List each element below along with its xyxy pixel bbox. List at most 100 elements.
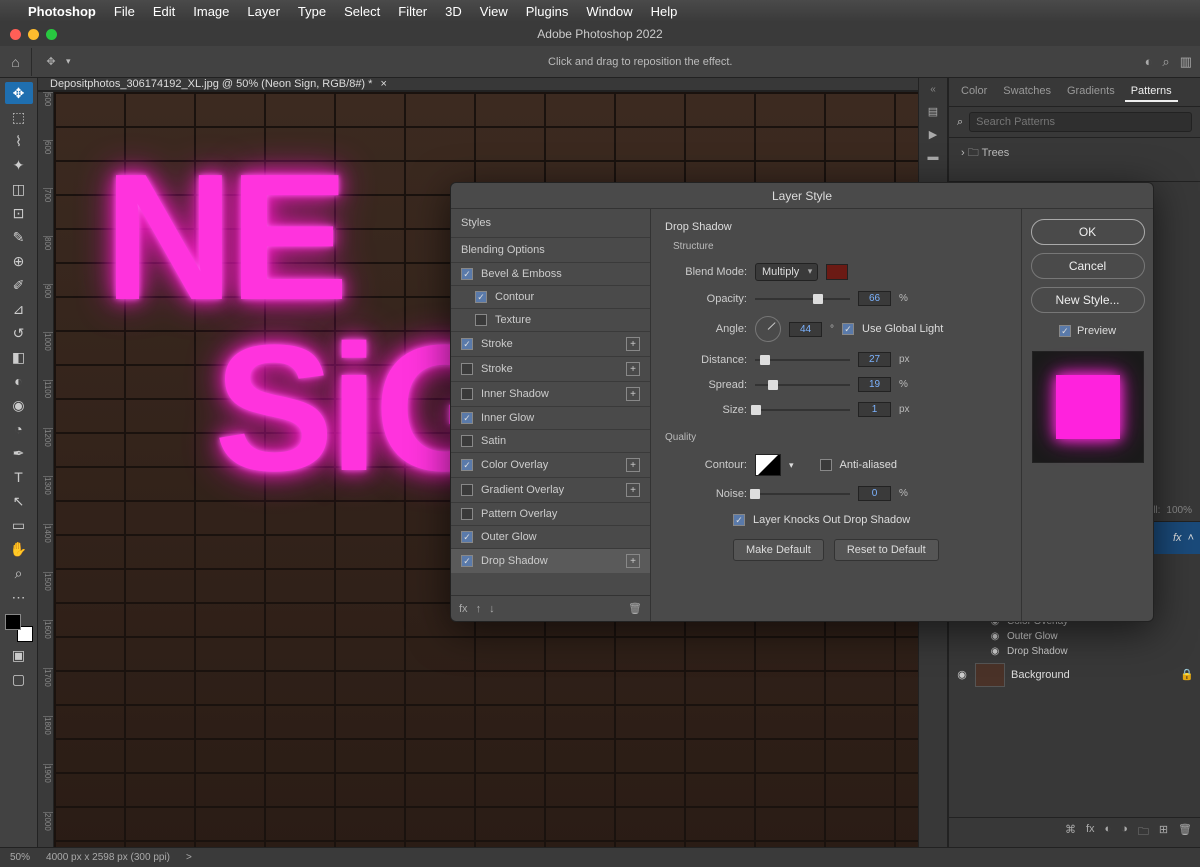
- fx-icon[interactable]: fx: [1086, 823, 1095, 842]
- spread-input[interactable]: 19: [858, 377, 891, 392]
- menu-edit[interactable]: Edit: [153, 4, 175, 19]
- pen-tool[interactable]: ✒: [5, 442, 33, 464]
- add-instance-icon[interactable]: +: [626, 387, 640, 401]
- info-icon[interactable]: ▬: [928, 151, 939, 163]
- style-item-inner-shadow[interactable]: Inner Shadow+: [451, 381, 650, 406]
- effect-outerglow[interactable]: ◉Outer Glow: [949, 629, 1200, 644]
- gradient-tool[interactable]: ◐: [5, 370, 33, 392]
- patterns-search-input[interactable]: [969, 112, 1192, 132]
- style-item-gradient-overlay[interactable]: Gradient Overlay+: [451, 477, 650, 502]
- layer-row-background[interactable]: ◉ Background 🔒: [949, 659, 1200, 691]
- size-input[interactable]: 1: [858, 402, 891, 417]
- eraser-tool[interactable]: ◧: [5, 346, 33, 368]
- fx-menu-icon[interactable]: fx: [459, 603, 468, 615]
- type-tool[interactable]: T: [5, 466, 33, 488]
- move-down-icon[interactable]: ↓: [489, 603, 495, 615]
- document-tab[interactable]: Depositphotos_306174192_XL.jpg @ 50% (Ne…: [38, 78, 918, 91]
- shadow-color-swatch[interactable]: [826, 264, 848, 280]
- brush-tool[interactable]: ✐: [5, 274, 33, 296]
- new-layer-icon[interactable]: ⊞: [1159, 823, 1168, 842]
- contour-picker[interactable]: [755, 454, 781, 476]
- menu-3d[interactable]: 3D: [445, 4, 462, 19]
- opacity-slider[interactable]: [755, 293, 850, 305]
- window-minimize-icon[interactable]: [28, 29, 39, 40]
- style-checkbox[interactable]: [461, 484, 473, 496]
- blur-tool[interactable]: ◉: [5, 394, 33, 416]
- zoom-level[interactable]: 50%: [10, 852, 30, 863]
- marquee-tool[interactable]: ⬚: [5, 106, 33, 128]
- style-item-pattern-overlay[interactable]: Pattern Overlay: [451, 502, 650, 525]
- wand-tool[interactable]: ✦: [5, 154, 33, 176]
- style-checkbox[interactable]: ✓: [461, 555, 473, 567]
- fill-value[interactable]: 100%: [1166, 505, 1192, 516]
- style-checkbox[interactable]: ✓: [475, 291, 487, 303]
- antialiased-checkbox[interactable]: [820, 459, 832, 471]
- style-item-satin[interactable]: Satin: [451, 429, 650, 452]
- history-brush-tool[interactable]: ↺: [5, 322, 33, 344]
- menu-filter[interactable]: Filter: [398, 4, 427, 19]
- global-light-checkbox[interactable]: ✓: [842, 323, 854, 335]
- add-instance-icon[interactable]: +: [626, 483, 640, 497]
- new-style-button[interactable]: New Style...: [1031, 287, 1145, 313]
- search-icon[interactable]: ⌕: [1162, 54, 1169, 70]
- angle-dial[interactable]: [755, 316, 781, 342]
- trash-icon[interactable]: 🗑: [1178, 823, 1192, 842]
- distance-slider[interactable]: [755, 354, 850, 366]
- add-instance-icon[interactable]: +: [626, 337, 640, 351]
- style-item-drop-shadow[interactable]: ✓Drop Shadow+: [451, 548, 650, 573]
- ok-button[interactable]: OK: [1031, 219, 1145, 245]
- style-checkbox[interactable]: ✓: [461, 268, 473, 280]
- menubar-app[interactable]: Photoshop: [28, 4, 96, 19]
- style-checkbox[interactable]: ✓: [461, 459, 473, 471]
- noise-input[interactable]: 0: [858, 486, 891, 501]
- menu-window[interactable]: Window: [586, 4, 632, 19]
- workspace-icon[interactable]: ▥: [1180, 54, 1192, 70]
- cloud-icon[interactable]: ◐: [1145, 54, 1153, 70]
- tab-color[interactable]: Color: [955, 82, 993, 102]
- folder-icon[interactable]: 🗀: [1138, 823, 1149, 842]
- style-item-stroke[interactable]: Stroke+: [451, 356, 650, 381]
- menu-select[interactable]: Select: [344, 4, 380, 19]
- window-zoom-icon[interactable]: [46, 29, 57, 40]
- add-instance-icon[interactable]: +: [626, 554, 640, 568]
- style-item-bevel-emboss[interactable]: ✓Bevel & Emboss: [451, 262, 650, 285]
- move-up-icon[interactable]: ↑: [476, 603, 482, 615]
- shape-tool[interactable]: ▭: [5, 514, 33, 536]
- style-item-color-overlay[interactable]: ✓Color Overlay+: [451, 452, 650, 477]
- style-checkbox[interactable]: [461, 388, 473, 400]
- style-checkbox[interactable]: ✓: [461, 412, 473, 424]
- menu-file[interactable]: File: [114, 4, 135, 19]
- style-item-texture[interactable]: Texture: [451, 308, 650, 331]
- home-button[interactable]: ⌂: [0, 48, 32, 76]
- collapse-chevron-icon[interactable]: «: [930, 84, 936, 95]
- style-checkbox[interactable]: [475, 314, 487, 326]
- dodge-tool[interactable]: ◔: [5, 418, 33, 440]
- close-tab-icon[interactable]: ×: [380, 78, 386, 90]
- chevron-down-icon[interactable]: ▾: [789, 460, 794, 471]
- eyedropper-tool[interactable]: ✎: [5, 226, 33, 248]
- link-icon[interactable]: ⌘: [1065, 823, 1076, 842]
- style-checkbox[interactable]: ✓: [461, 531, 473, 543]
- menu-image[interactable]: Image: [193, 4, 229, 19]
- effect-dropshadow[interactable]: ◉Drop Shadow: [949, 644, 1200, 659]
- adjustment-icon[interactable]: ◑: [1121, 823, 1128, 842]
- histogram-icon[interactable]: ▤: [928, 105, 938, 118]
- fx-badge[interactable]: fx: [1173, 532, 1182, 544]
- chevron-icon[interactable]: ˄: [1188, 532, 1194, 544]
- cancel-button[interactable]: Cancel: [1031, 253, 1145, 279]
- mask-icon[interactable]: ◐: [1105, 823, 1112, 842]
- foreground-background-swatch[interactable]: [5, 614, 33, 642]
- window-close-icon[interactable]: [10, 29, 21, 40]
- distance-input[interactable]: 27: [858, 352, 891, 367]
- path-tool[interactable]: ↖: [5, 490, 33, 512]
- more-tools[interactable]: ⋯: [5, 586, 33, 608]
- add-instance-icon[interactable]: +: [626, 458, 640, 472]
- size-slider[interactable]: [755, 404, 850, 416]
- heal-tool[interactable]: ⊕: [5, 250, 33, 272]
- menu-type[interactable]: Type: [298, 4, 326, 19]
- screenmode-icon[interactable]: ▢: [5, 668, 33, 690]
- style-checkbox[interactable]: ✓: [461, 338, 473, 350]
- tab-swatches[interactable]: Swatches: [997, 82, 1057, 102]
- stamp-tool[interactable]: ⊿: [5, 298, 33, 320]
- tab-gradients[interactable]: Gradients: [1061, 82, 1121, 102]
